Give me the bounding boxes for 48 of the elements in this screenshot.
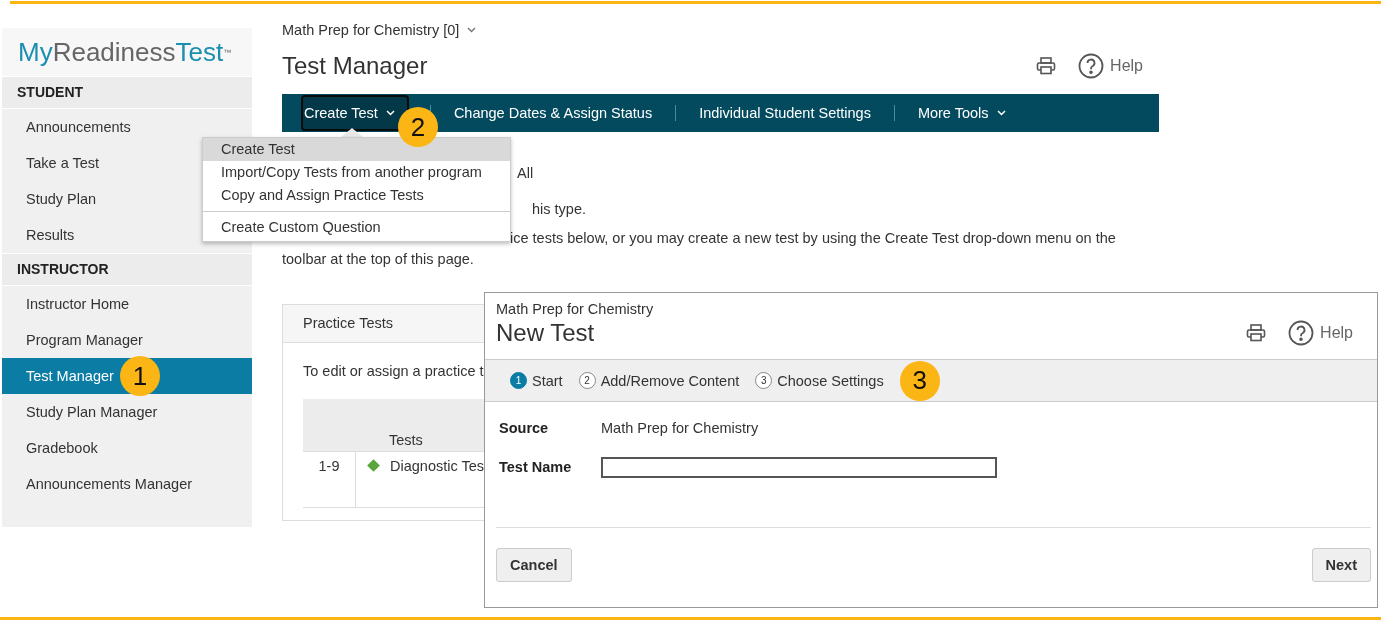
- logo: MyReadinessTest$^{™}$: [2, 28, 252, 76]
- sidebar-item[interactable]: Program Manager: [2, 322, 252, 358]
- help-link[interactable]: Help: [1110, 57, 1143, 75]
- sidebar-item[interactable]: Gradebook: [2, 430, 252, 466]
- body-text: All: [517, 164, 534, 183]
- print-icon[interactable]: [1246, 324, 1267, 342]
- body-text: toolbar at the top of this page.: [282, 250, 474, 269]
- body-text: ice tests below, or you may create a new test by using the Create Test drop-down menu on the: [510, 229, 1116, 248]
- field-label: Test Name: [499, 459, 573, 475]
- sidebar-item-label: Test Manager: [26, 368, 114, 384]
- step-tab[interactable]: 3 Choose Settings: [755, 372, 884, 389]
- page-title: Test Manager: [282, 52, 428, 80]
- toolbar-button[interactable]: Change Dates & Assign Status: [451, 95, 655, 131]
- callout-badge: 3: [899, 360, 940, 401]
- field-label: Source: [499, 420, 550, 436]
- toolbar-button[interactable]: Individual Student Settings: [697, 95, 873, 131]
- chevron-down-icon: [467, 27, 477, 33]
- toolbar-button[interactable]: More Tools: [915, 95, 1008, 131]
- help-icon[interactable]: [1078, 53, 1105, 79]
- sidebar-item[interactable]: Instructor Home: [2, 286, 252, 322]
- cancel-button[interactable]: Cancel: [496, 548, 572, 582]
- menu-item[interactable]: Create Custom Question: [203, 216, 510, 239]
- sidebar-item[interactable]: Announcements Manager: [2, 466, 252, 502]
- sidebar-item[interactable]: Study Plan Manager: [2, 394, 252, 430]
- text-input-field[interactable]: [601, 456, 997, 478]
- menu-item[interactable]: Create Test: [203, 138, 510, 161]
- field-value: Math Prep for Chemistry: [601, 420, 759, 436]
- callout-badge: 1: [119, 356, 160, 396]
- next-button[interactable]: Next: [1311, 548, 1371, 582]
- column-header: Tests: [389, 432, 423, 448]
- toolbar-button[interactable]: Create Test: [301, 95, 409, 131]
- section-heading: STUDENT: [2, 76, 252, 109]
- course-selector[interactable]: Math Prep for Chemistry [0]: [282, 22, 460, 38]
- print-icon[interactable]: [1036, 57, 1057, 75]
- step-tab[interactable]: 2 Add/Remove Content: [578, 372, 740, 389]
- panel-text: To edit or assign a practice t: [302, 362, 485, 379]
- section-heading: INSTRUCTOR: [2, 253, 252, 286]
- menu-item[interactable]: Copy and Assign Practice Tests: [203, 184, 510, 207]
- dialog-subtitle: Math Prep for Chemistry: [495, 300, 655, 317]
- help-icon[interactable]: [1288, 320, 1315, 346]
- table-cell: 1-9: [303, 451, 356, 508]
- help-link[interactable]: Help: [1320, 324, 1353, 342]
- sidebar-item[interactable]: Test Manager 1: [2, 358, 252, 394]
- table-cell: Diagnostic Tes: [390, 458, 485, 474]
- body-text: his type.: [532, 200, 586, 219]
- dialog-title: New Test: [496, 319, 595, 347]
- menu-item[interactable]: Import/Copy Tests from another program: [203, 161, 510, 184]
- step-tab[interactable]: 1 Start: [510, 372, 563, 389]
